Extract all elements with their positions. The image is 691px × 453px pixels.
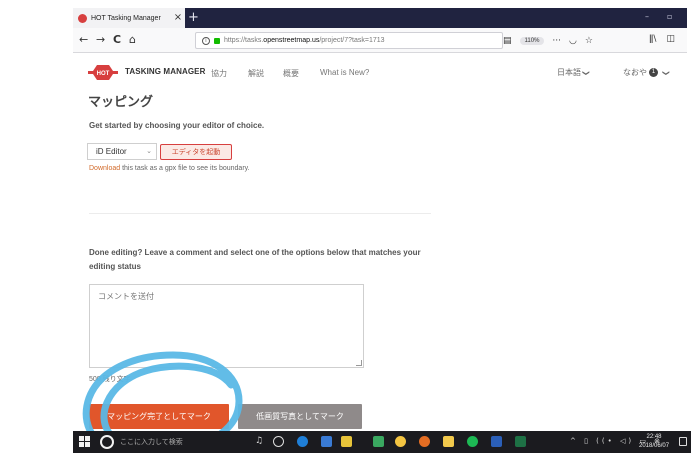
mapping-panel: マッピング Get started by choosing your edito…: [73, 93, 687, 431]
edge-browser-icon[interactable]: [297, 436, 308, 447]
store-icon[interactable]: [341, 436, 352, 447]
green-app-icon[interactable]: [373, 436, 384, 447]
new-tab-button[interactable]: +: [188, 9, 199, 27]
zoom-level-badge[interactable]: 110%: [519, 36, 545, 45]
clock-time: 22:48: [646, 434, 662, 440]
minimize-window-button[interactable]: –: [645, 12, 649, 21]
nav-link-contribute[interactable]: 協力: [211, 68, 227, 79]
logo-badge-text: HOT: [97, 71, 110, 77]
editor-instructions: Get started by choosing your editor of c…: [89, 121, 265, 130]
clock-date: 2018/06/07: [639, 443, 670, 449]
pocket-icon[interactable]: ◡: [569, 36, 577, 46]
tab-hot-tasking-manager[interactable]: HOT Tasking Manager ×: [73, 8, 185, 28]
back-button[interactable]: ←: [79, 34, 88, 46]
sun-app-icon[interactable]: [395, 436, 406, 447]
user-name: なおや: [623, 68, 647, 77]
textarea-resize-handle[interactable]: [356, 360, 362, 366]
download-gpx-line: Download this task as a gpx file to see …: [89, 165, 250, 172]
reader-view-icon[interactable]: ▤: [503, 36, 512, 46]
site-header: HOT TASKING MANAGER 協力 解説 概要 What is New…: [73, 53, 687, 93]
nav-link-whats-new[interactable]: What is New?: [320, 68, 369, 77]
tab-close-icon[interactable]: ×: [173, 13, 183, 23]
task-view-icon[interactable]: [273, 436, 284, 447]
nav-link-learn[interactable]: 解説: [248, 68, 264, 79]
taskbar-clock[interactable]: 22:48 2018/06/07: [639, 433, 669, 451]
urlbar-actions: ▤ 110% ··· ◡ ☆: [503, 32, 593, 49]
logo-text[interactable]: TASKING MANAGER: [125, 67, 205, 76]
library-icon[interactable]: ǁ\: [649, 34, 656, 44]
mark-bad-imagery-button[interactable]: 低画質写真としてマーク: [238, 404, 362, 429]
comment-textarea[interactable]: [89, 284, 364, 368]
word-icon[interactable]: [491, 436, 502, 447]
download-gpx-text: this task as a gpx file to see its bound…: [120, 165, 250, 172]
address-bar[interactable]: i https://tasks.openstreetmap.us/project…: [195, 32, 503, 49]
hot-logo-icon[interactable]: HOT: [88, 63, 118, 82]
secure-lock-icon: [214, 37, 220, 44]
home-button[interactable]: ⌂: [129, 34, 136, 46]
sidebar-icon[interactable]: ◫: [666, 34, 675, 44]
language-selector[interactable]: 日本語 ❯: [557, 67, 589, 78]
excel-icon[interactable]: [515, 436, 526, 447]
windows-taskbar: ここに入力して検索 ♫ ^ ▯ ((• ◁) ▭ ⊗ 22:48 2018/06…: [73, 431, 691, 453]
bookmark-star-icon[interactable]: ☆: [585, 36, 593, 46]
user-menu[interactable]: なおや 1 ❯: [623, 67, 669, 78]
done-editing-instructions: Done editing? Leave a comment and select…: [89, 248, 421, 271]
language-label: 日本語: [557, 68, 581, 77]
chevron-down-icon: ❯: [661, 69, 669, 76]
mark-as-mapped-button[interactable]: マッピング完了としてマーク: [89, 404, 229, 429]
chevron-down-icon: ❯: [582, 70, 590, 76]
launch-editor-button[interactable]: エディタを起動: [160, 144, 232, 160]
explorer-icon[interactable]: [321, 436, 332, 447]
tab-title: HOT Tasking Manager: [91, 14, 161, 22]
microphone-icon[interactable]: ♫: [255, 436, 266, 447]
sticky-notes-icon[interactable]: [443, 436, 454, 447]
taskbar-search-input[interactable]: ここに入力して検索: [120, 437, 183, 447]
page-actions-menu-icon[interactable]: ···: [552, 36, 561, 46]
notification-count-badge: 1: [649, 68, 658, 77]
url-text: https://tasks.openstreetmap.us/project/7…: [224, 37, 385, 44]
browser-nav-bar: ← → C ⌂ i https://tasks.openstreetmap.us…: [73, 28, 687, 53]
restore-window-button[interactable]: ▫: [667, 12, 672, 21]
cortana-icon[interactable]: [100, 435, 114, 449]
characters-remaining: 500 残り文字: [89, 376, 131, 383]
download-gpx-link[interactable]: Download: [89, 165, 120, 172]
action-center-icon[interactable]: [679, 437, 687, 446]
chevron-down-icon: ⌄: [146, 148, 152, 155]
nav-link-about[interactable]: 概要: [283, 68, 299, 79]
browser-toolbar-right: ǁ\ ◫: [649, 34, 675, 44]
editor-select-value: iD Editor: [96, 147, 127, 156]
spotify-icon[interactable]: [467, 436, 478, 447]
browser-tab-strip: HOT Tasking Manager × + – ▫: [73, 8, 687, 28]
windows-start-icon[interactable]: [79, 436, 91, 448]
section-title: マッピング: [88, 94, 154, 109]
site-info-icon[interactable]: i: [202, 36, 210, 45]
hot-favicon-icon: [78, 13, 87, 23]
forward-button[interactable]: →: [96, 34, 105, 46]
reload-button[interactable]: C: [113, 34, 121, 46]
editor-select[interactable]: iD Editor ⌄: [87, 143, 157, 160]
section-divider: [89, 213, 431, 214]
firefox-icon[interactable]: [419, 436, 430, 447]
